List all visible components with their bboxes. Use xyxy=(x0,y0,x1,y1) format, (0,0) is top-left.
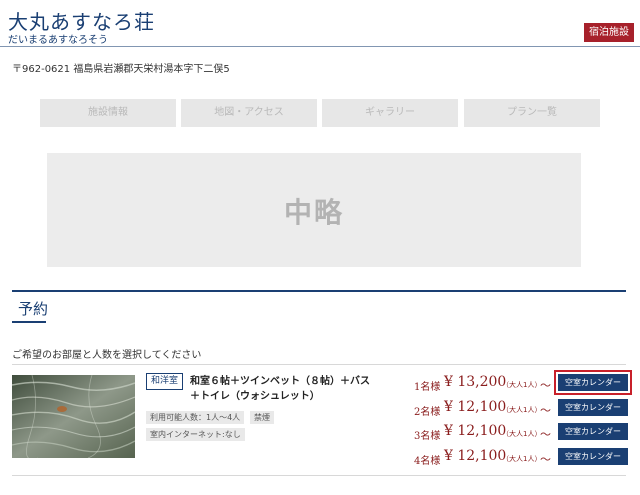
tab-facility-info[interactable]: 施設情報 xyxy=(40,99,176,127)
tab-gallery[interactable]: ギャラリー xyxy=(322,99,458,127)
room-photo-image xyxy=(12,375,135,458)
price-from-tilde: 〜 xyxy=(540,453,551,466)
site-title-kana: だいまるあすなろそう xyxy=(8,35,108,46)
tab-plan-list[interactable]: プラン一覧 xyxy=(464,99,600,127)
price: ¥ 13,200 xyxy=(444,374,507,390)
guest-count: 4名様 xyxy=(414,456,441,467)
reservation-divider xyxy=(12,290,626,292)
site-header: 大丸あすなろ荘 だいまるあすなろそう 宿泊施設 xyxy=(0,0,640,46)
availability-calendar-button[interactable]: 空室カレンダー xyxy=(558,448,628,465)
price-row-2: 2名様 ¥ 12,100 （大人1人） 〜 空室カレンダー xyxy=(414,399,640,419)
availability-calendar-button[interactable]: 空室カレンダー xyxy=(554,370,632,395)
guest-count: 2名様 xyxy=(414,407,441,418)
price-per-adult: （大人1人） xyxy=(502,406,542,414)
internet-tag: 室内インターネット:なし xyxy=(146,428,245,441)
room-type-badge: 和洋室 xyxy=(146,373,184,390)
capacity-tag: 利用可能人数：1人〜4人 xyxy=(146,411,245,424)
price-per-adult: （大人1人） xyxy=(502,430,542,438)
omitted-content-placeholder: 中略 xyxy=(47,153,581,267)
price-row-4: 4名様 ¥ 12,100 （大人1人） 〜 空室カレンダー xyxy=(414,448,640,468)
price-from-tilde: 〜 xyxy=(540,428,551,441)
price: ¥ 12,100 xyxy=(444,448,507,464)
room-name: 和室６帖＋ツインベット（８帖）＋バス＋トイレ（ウォシュレット） xyxy=(190,376,370,402)
selection-instruction: ご希望のお部屋と人数を選択してください xyxy=(12,350,202,361)
header-divider xyxy=(0,46,640,47)
guest-count: 1名様 xyxy=(414,382,441,393)
price-row-3: 3名様 ¥ 12,100 （大人1人） 〜 空室カレンダー xyxy=(414,423,640,443)
reservation-heading: 予約 xyxy=(18,300,49,318)
non-smoking-tag: 禁煙 xyxy=(250,411,274,424)
price: ¥ 12,100 xyxy=(444,399,507,415)
tab-map-access[interactable]: 地図・アクセス xyxy=(181,99,317,127)
price-per-adult: （大人1人） xyxy=(502,381,542,389)
price-per-adult: （大人1人） xyxy=(502,455,542,463)
availability-calendar-button[interactable]: 空室カレンダー xyxy=(558,423,628,440)
placeholder-label: 中略 xyxy=(283,196,344,229)
address: 〒962-0621 福島県岩瀬郡天栄村湯本字下二俣5 xyxy=(12,64,230,75)
price-from-tilde: 〜 xyxy=(540,404,551,417)
room-photo[interactable] xyxy=(12,375,135,458)
price: ¥ 12,100 xyxy=(444,423,507,439)
reservation-heading-underline xyxy=(12,321,46,323)
nav-tabs: 施設情報 地図・アクセス ギャラリー プラン一覧 xyxy=(40,99,600,127)
price-row-1: 1名様 ¥ 13,200 （大人1人） 〜 空室カレンダー xyxy=(414,370,640,395)
facility-button[interactable]: 宿泊施設 xyxy=(584,23,634,42)
room-list-divider xyxy=(12,364,626,365)
room-list-bottom-divider xyxy=(12,475,626,476)
availability-calendar-button[interactable]: 空室カレンダー xyxy=(558,399,628,416)
guest-count: 3名様 xyxy=(414,431,441,442)
price-from-tilde: 〜 xyxy=(540,379,551,392)
